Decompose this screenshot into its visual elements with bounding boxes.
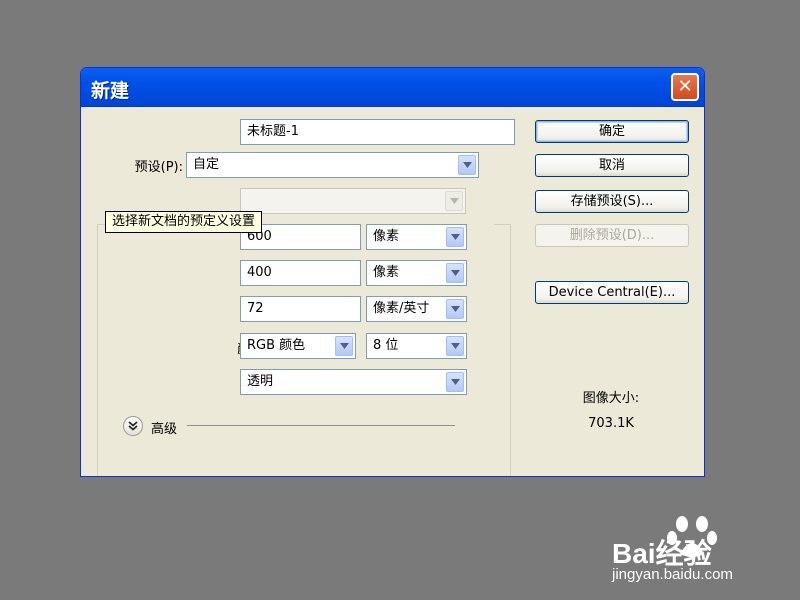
image-size-value: 703.1K <box>588 416 634 431</box>
background-value: 透明 <box>247 374 274 389</box>
dialog-title: 新建 <box>91 80 130 102</box>
watermark-url: jingyan.baidu.com <box>612 566 733 583</box>
ok-button[interactable]: 确定 <box>535 120 689 143</box>
height-unit-select[interactable]: 像素 <box>366 260 467 286</box>
resolution-input[interactable]: 72 <box>240 296 361 322</box>
size-select <box>240 188 466 214</box>
chevron-down-icon[interactable] <box>458 155 476 175</box>
chevron-down-icon[interactable] <box>446 263 464 283</box>
preset-select[interactable]: 自定 <box>186 152 479 178</box>
bit-depth-value: 8 位 <box>373 338 399 353</box>
chevron-down-icon[interactable] <box>335 336 353 356</box>
close-button[interactable]: ✕ <box>671 73 699 101</box>
new-document-dialog: 新建 ✕ 名称(N): 未标题-1 预设(P): 自定 大小(I): 宽 <box>80 67 705 477</box>
advanced-toggle[interactable] <box>123 416 143 436</box>
color-mode-select[interactable]: RGB 颜色 <box>240 333 356 359</box>
close-icon: ✕ <box>677 76 693 97</box>
preset-label: 预设(P): <box>134 160 183 175</box>
delete-preset-button: 删除预设(D)... <box>535 224 689 247</box>
image-size-label: 图像大小: <box>582 391 640 406</box>
resolution-unit-value: 像素/英寸 <box>373 301 430 316</box>
width-unit-value: 像素 <box>373 229 400 244</box>
bit-depth-select[interactable]: 8 位 <box>366 333 467 359</box>
advanced-label: 高级 <box>151 422 178 437</box>
background-select[interactable]: 透明 <box>240 369 467 395</box>
chevron-down-icon[interactable] <box>446 299 464 319</box>
height-unit-value: 像素 <box>373 265 400 280</box>
cancel-button[interactable]: 取消 <box>535 154 689 177</box>
advanced-divider <box>187 425 455 426</box>
color-mode-value: RGB 颜色 <box>247 338 306 353</box>
height-input[interactable]: 400 <box>240 260 361 286</box>
name-input[interactable]: 未标题-1 <box>240 119 515 145</box>
preset-tooltip: 选择新文档的预定义设置 <box>105 211 263 233</box>
resolution-unit-select[interactable]: 像素/英寸 <box>366 296 467 322</box>
width-unit-select[interactable]: 像素 <box>366 224 467 250</box>
chevron-down-icon <box>445 191 463 211</box>
double-chevron-down-icon <box>128 421 138 431</box>
chevron-down-icon[interactable] <box>446 227 464 247</box>
chevron-down-icon[interactable] <box>446 372 464 392</box>
dialog-body: 名称(N): 未标题-1 预设(P): 自定 大小(I): 宽度(W): 600… <box>81 106 704 476</box>
chevron-down-icon[interactable] <box>446 336 464 356</box>
device-central-button[interactable]: Device Central(E)... <box>535 281 689 304</box>
preset-value: 自定 <box>193 157 220 172</box>
title-bar[interactable]: 新建 ✕ <box>81 68 704 107</box>
save-preset-button[interactable]: 存储预设(S)... <box>535 190 689 213</box>
